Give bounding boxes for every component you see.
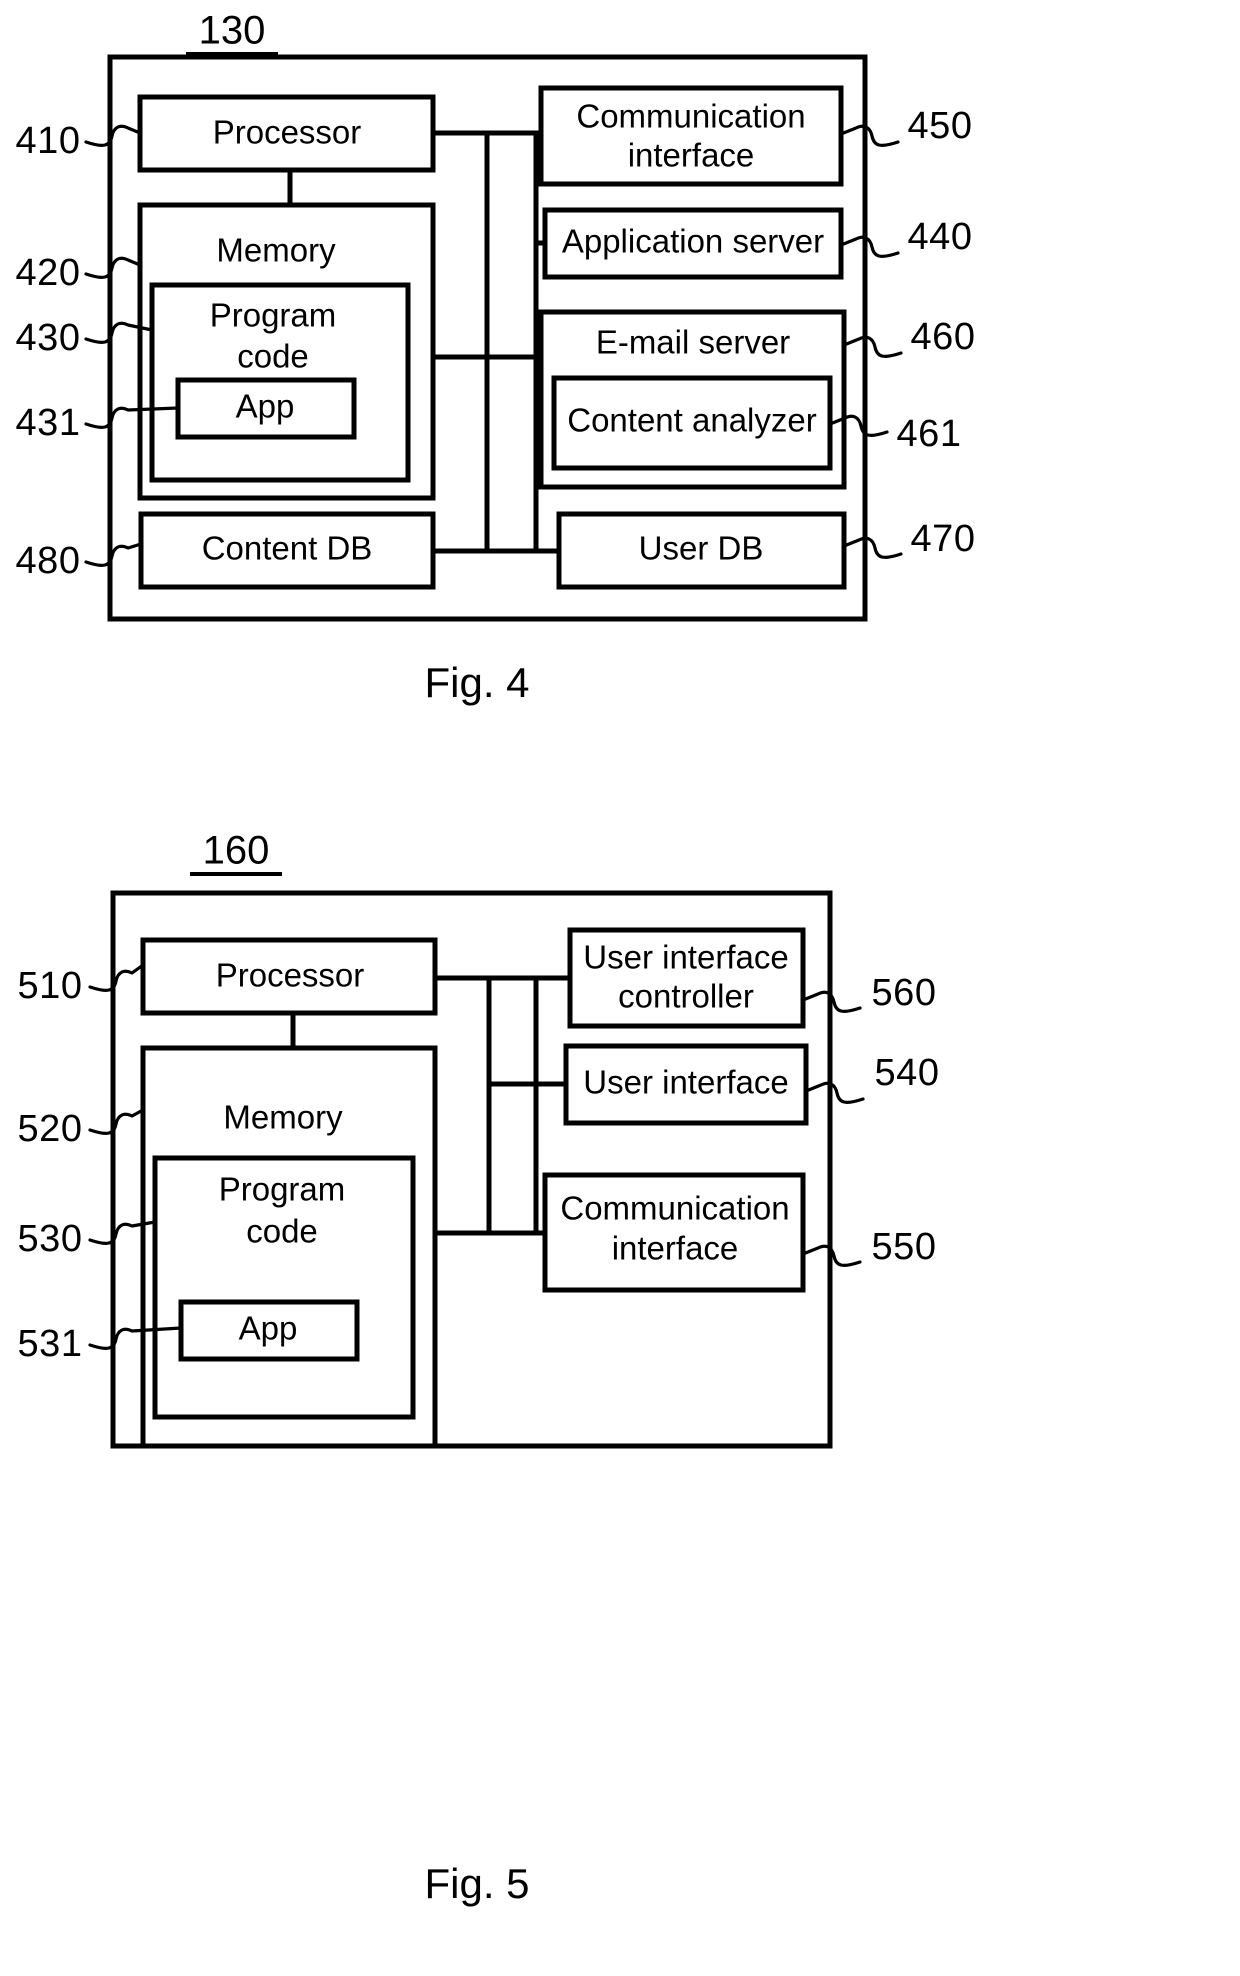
fig5-program-code-label-line1: Program: [219, 1171, 346, 1208]
fig4-caption: Fig. 4: [424, 659, 529, 706]
figure-4: 130 Processor Memory Program code App Co…: [16, 9, 976, 707]
fig4-comm-interface-label-line1: Communication: [576, 98, 805, 135]
fig4-processor-label: Processor: [213, 114, 362, 151]
fig4-ref-460: 460: [911, 316, 976, 358]
fig4-ref-450: 450: [908, 105, 973, 147]
fig4-content-analyzer-label: Content analyzer: [567, 402, 816, 439]
figure-5: 160 Processor Memory Program code App Us…: [18, 829, 940, 1908]
fig5-user-interface-label: User interface: [583, 1064, 788, 1101]
fig4-application-server-label: Application server: [562, 223, 824, 260]
fig4-ref-461: 461: [897, 413, 962, 455]
fig5-ui-controller-label-line2: controller: [618, 978, 754, 1015]
system-number-160: 160: [203, 829, 270, 873]
fig5-ref-531: 531: [18, 1323, 83, 1365]
fig4-ref-470: 470: [911, 518, 976, 560]
fig4-user-db-label: User DB: [639, 530, 764, 567]
fig4-comm-interface-label-line2: interface: [628, 137, 755, 174]
fig5-ref-510: 510: [18, 965, 83, 1007]
fig4-program-code-label-line1: Program: [210, 297, 337, 334]
fig4-ref-420: 420: [16, 252, 81, 294]
fig5-program-code-label-line2: code: [246, 1213, 318, 1250]
fig5-memory-label: Memory: [223, 1099, 343, 1136]
patent-drawing-sheet: 130 Processor Memory Program code App Co…: [0, 0, 1240, 1976]
fig4-memory-label: Memory: [216, 232, 336, 269]
fig5-ref-560: 560: [872, 972, 937, 1014]
fig5-app-label: App: [239, 1310, 298, 1347]
drawing-canvas: 130 Processor Memory Program code App Co…: [16, 9, 976, 1908]
fig5-comm-interface-label-line1: Communication: [560, 1190, 789, 1227]
fig4-program-code-label-line2: code: [237, 338, 309, 375]
fig5-caption: Fig. 5: [424, 1860, 529, 1907]
fig5-ref-540: 540: [875, 1052, 940, 1094]
fig5-ref-530: 530: [18, 1218, 83, 1260]
fig4-ref-430: 430: [16, 317, 81, 359]
fig5-ui-controller-label-line1: User interface: [583, 939, 788, 976]
system-number-130: 130: [199, 9, 266, 53]
fig5-processor-label: Processor: [216, 957, 365, 994]
fig4-ref-480: 480: [16, 540, 81, 582]
fig5-comm-interface-label-line2: interface: [612, 1230, 739, 1267]
fig5-ref-520: 520: [18, 1108, 83, 1150]
fig4-ref-410: 410: [16, 120, 81, 162]
fig4-app-label: App: [236, 388, 295, 425]
fig4-ref-440: 440: [908, 216, 973, 258]
fig5-ref-550: 550: [872, 1226, 937, 1268]
fig4-content-db-label: Content DB: [202, 530, 373, 567]
fig4-ref-431: 431: [16, 402, 81, 444]
fig4-email-server-label: E-mail server: [596, 324, 790, 361]
